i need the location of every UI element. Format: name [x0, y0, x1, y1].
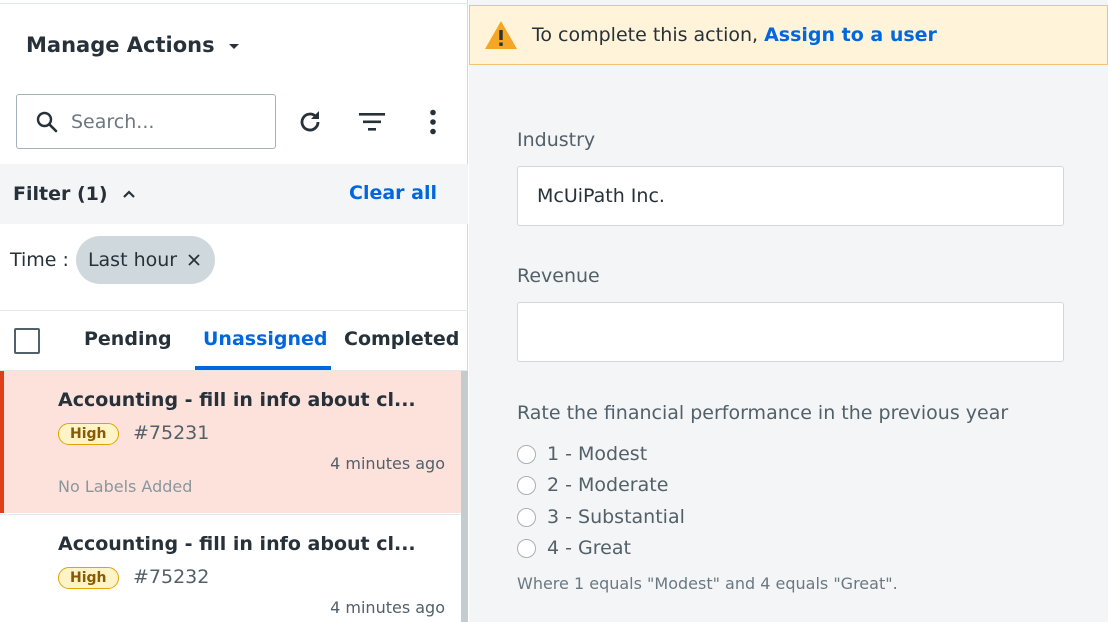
action-time: 4 minutes ago	[330, 598, 445, 617]
priority-badge: High	[58, 567, 119, 589]
action-list-item[interactable]: Accounting - fill in info about cl... Hi…	[0, 371, 462, 513]
action-list-item[interactable]: Accounting - fill in info about cl... Hi…	[0, 514, 462, 622]
rating-option-3[interactable]: 3 - Substantial	[517, 506, 685, 528]
select-all-checkbox[interactable]	[14, 328, 40, 354]
tab-pending[interactable]: Pending	[84, 328, 172, 350]
time-filter-row: Time : Last hour	[10, 236, 216, 284]
rating-option-label: 3 - Substantial	[547, 506, 685, 528]
action-detail-panel: To complete this action, Assign to a use…	[469, 0, 1108, 622]
tab-unassigned[interactable]: Unassigned	[203, 328, 328, 350]
rating-option-4[interactable]: 4 - Great	[517, 537, 631, 559]
action-labels: No Labels Added	[58, 477, 193, 496]
action-name: Accounting - fill in info about cl...	[58, 389, 416, 411]
action-number: #75232	[133, 566, 210, 588]
manage-actions-dropdown[interactable]: Manage Actions	[26, 33, 239, 57]
rating-question: Rate the financial performance in the pr…	[517, 402, 1009, 424]
more-vertical-icon	[430, 109, 436, 135]
list-scrollbar[interactable]	[461, 371, 468, 622]
action-name: Accounting - fill in info about cl...	[58, 533, 416, 555]
radio-circle-icon[interactable]	[517, 444, 536, 464]
warning-icon	[485, 21, 517, 49]
active-tab-indicator	[195, 366, 331, 370]
filter-bar: Filter (1) Clear all	[0, 164, 468, 224]
priority-badge: High	[58, 423, 119, 445]
rating-option-2[interactable]: 2 - Moderate	[517, 474, 668, 496]
refresh-button[interactable]	[292, 104, 328, 140]
filter-label[interactable]: Filter (1)	[13, 183, 108, 205]
search-box[interactable]	[16, 94, 276, 149]
revenue-input[interactable]	[517, 302, 1064, 362]
time-filter-chip[interactable]: Last hour	[75, 236, 216, 284]
caret-down-icon	[228, 43, 239, 49]
radio-circle-icon[interactable]	[517, 538, 536, 558]
top-divider	[0, 0, 468, 4]
actions-sidebar: Manage Actions Filter (1)	[0, 0, 468, 622]
clear-all-link[interactable]: Clear all	[349, 182, 437, 204]
action-time: 4 minutes ago	[330, 454, 445, 473]
sidebar-title: Manage Actions	[26, 33, 215, 57]
search-input[interactable]	[71, 110, 251, 133]
rating-option-1[interactable]: 1 - Modest	[517, 443, 647, 465]
rating-option-label: 1 - Modest	[547, 443, 648, 465]
rating-hint: Where 1 equals "Modest" and 4 equals "Gr…	[517, 574, 898, 593]
rating-option-label: 4 - Great	[547, 537, 631, 559]
revenue-label: Revenue	[517, 265, 600, 287]
rating-option-label: 2 - Moderate	[547, 474, 669, 496]
time-filter-label: Time :	[10, 249, 69, 271]
action-number: #75231	[133, 422, 210, 444]
radio-circle-icon[interactable]	[517, 507, 536, 527]
industry-label: Industry	[517, 129, 596, 151]
close-icon[interactable]	[187, 253, 201, 267]
chevron-up-icon[interactable]	[122, 189, 136, 199]
industry-input[interactable]	[517, 166, 1064, 226]
filter-button[interactable]	[354, 104, 390, 140]
refresh-icon	[300, 111, 320, 132]
radio-circle-icon[interactable]	[517, 475, 536, 495]
assign-to-user-link[interactable]: Assign to a user	[764, 24, 937, 46]
tab-completed[interactable]: Completed	[344, 328, 459, 350]
time-chip-label: Last hour	[87, 249, 178, 271]
more-options-button[interactable]	[415, 104, 451, 140]
assign-warning-banner: To complete this action, Assign to a use…	[469, 5, 1108, 65]
status-tabs: Pending Unassigned Completed	[0, 310, 468, 371]
filter-lines-icon	[359, 113, 385, 131]
banner-message: To complete this action,	[532, 24, 759, 46]
search-icon	[36, 111, 58, 132]
